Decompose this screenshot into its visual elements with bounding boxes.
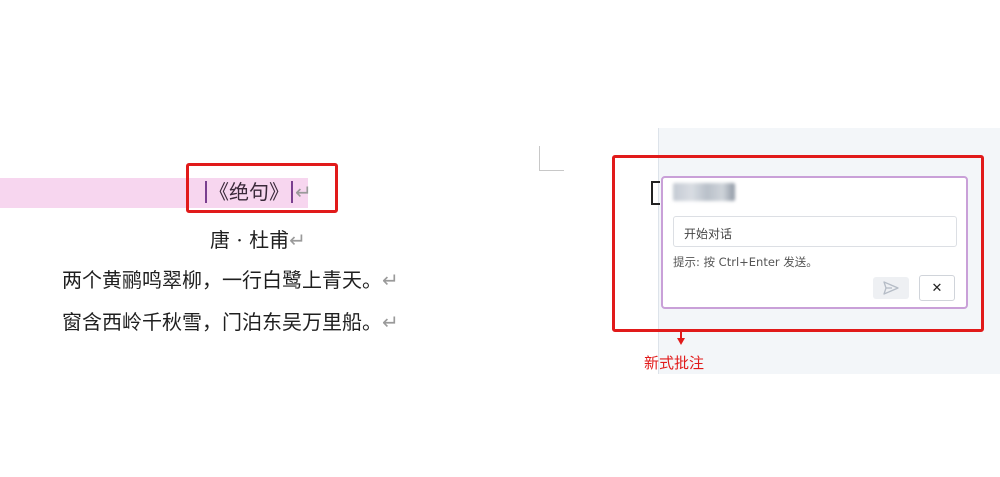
page-margin-mark	[539, 146, 564, 171]
poem-author-text: 唐 · 杜甫	[210, 228, 290, 252]
paragraph-mark: ↵	[382, 310, 399, 334]
annotation-label: 新式批注	[644, 354, 705, 372]
poem-line-1[interactable]: 两个黄鹂鸣翠柳，一行白鹭上青天。↵	[62, 264, 399, 293]
poem-line-2-text: 窗含西岭千秋雪，门泊东吴万里船。	[62, 310, 382, 334]
annotation-arrow-head	[677, 338, 685, 345]
poem-author[interactable]: 唐 · 杜甫↵	[210, 224, 306, 253]
poem-line-2[interactable]: 窗含西岭千秋雪，门泊东吴万里船。↵	[62, 306, 399, 335]
paragraph-mark: ↵	[382, 268, 399, 292]
title-annotation-box	[186, 163, 338, 213]
poem-line-1-text: 两个黄鹂鸣翠柳，一行白鹭上青天。	[62, 268, 382, 292]
paragraph-mark: ↵	[289, 228, 306, 252]
panel-annotation-box	[612, 155, 984, 332]
